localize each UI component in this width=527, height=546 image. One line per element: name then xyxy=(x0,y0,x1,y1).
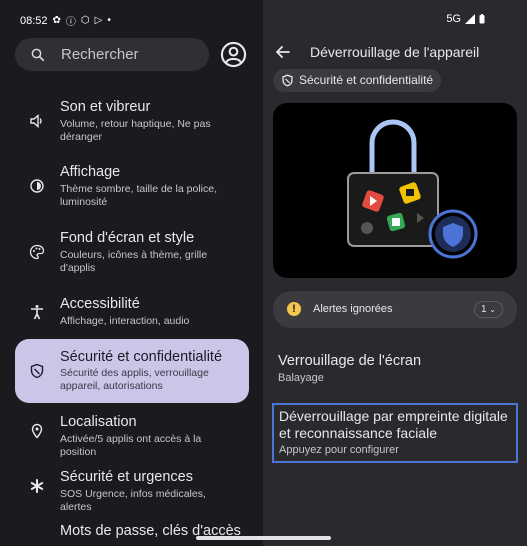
status-bar-right: 5G xyxy=(446,13,485,25)
speaker-icon xyxy=(27,111,47,131)
accessibility-icon xyxy=(27,302,47,322)
clock: 08:52 xyxy=(20,14,48,27)
screen-lock-title: Verrouillage de l'écran xyxy=(278,353,422,369)
settings-panel: 08:52 ✿ ⓘ ⬡ ▷ • Rechercher Son et vibreu… xyxy=(0,0,263,546)
settings-item-security-privacy[interactable]: Sécurité et confidentialité Sécurité des… xyxy=(15,339,249,403)
settings-item-display[interactable]: Affichage Thème sombre, taille de la pol… xyxy=(15,160,249,222)
alerts-count: 1 xyxy=(480,304,487,315)
screen-lock-subtitle: Balayage xyxy=(278,372,324,384)
lock-illustration xyxy=(273,103,517,278)
fingerprint-face-unlock-title: Déverrouillage par empreinte digitale et… xyxy=(279,408,508,441)
settings-item-title: Son et vibreur xyxy=(60,99,151,115)
screen-lock-row[interactable]: Verrouillage de l'écran Balayage xyxy=(278,353,421,384)
device-unlock-panel: 5G Déverrouillage de l'appareil Sécurité… xyxy=(263,0,527,546)
settings-item-subtitle: Couleurs, icônes à thème, grille d'appli… xyxy=(60,249,208,274)
alerts-count-badge[interactable]: 1 ⌄ xyxy=(473,301,503,318)
info-icon: ⓘ xyxy=(65,17,76,28)
account-avatar-icon[interactable] xyxy=(220,41,247,68)
settings-item-title: Localisation xyxy=(60,414,137,430)
signal-icon xyxy=(465,14,475,24)
shield-icon xyxy=(282,74,293,87)
settings-item-title: Accessibilité xyxy=(60,296,140,312)
settings-item-subtitle: Affichage, interaction, audio xyxy=(60,315,190,327)
ignored-alerts-label: Alertes ignorées xyxy=(313,303,393,315)
settings-item-wallpaper[interactable]: Fond d'écran et style Couleurs, icônes à… xyxy=(15,226,249,288)
shield-icon xyxy=(27,361,47,381)
gear-icon: ✿ xyxy=(52,15,61,26)
battery-icon xyxy=(479,14,485,24)
settings-item-safety-emergency[interactable]: Sécurité et urgences SOS Urgence, infos … xyxy=(15,465,249,513)
fingerprint-face-unlock-subtitle: Appuyez pour configurer xyxy=(279,444,399,456)
search-bar[interactable]: Rechercher xyxy=(15,38,209,71)
settings-item-subtitle: Thème sombre, taille de la police, lumin… xyxy=(60,183,217,208)
network-type: 5G xyxy=(446,13,461,25)
back-arrow-icon[interactable] xyxy=(273,42,293,62)
warning-icon: ! xyxy=(287,302,301,316)
settings-item-passwords[interactable]: Mots de passe, clés d'accès xyxy=(15,520,249,546)
brightness-icon xyxy=(27,176,47,196)
settings-item-sound[interactable]: Son et vibreur Volume, retour haptique, … xyxy=(15,95,249,157)
settings-item-title: Sécurité et confidentialité xyxy=(60,349,223,365)
chevron-down-icon: ⌄ xyxy=(489,305,496,314)
settings-item-title: Affichage xyxy=(60,164,121,180)
breadcrumb-chip[interactable]: Sécurité et confidentialité xyxy=(273,69,442,92)
search-icon xyxy=(31,48,45,61)
vpn-icon: ⬡ xyxy=(80,15,90,26)
ignored-alerts-bar[interactable]: ! Alertes ignorées 1 ⌄ xyxy=(273,291,517,328)
settings-item-title: Sécurité et urgences xyxy=(60,469,193,485)
gesture-navigation-bar[interactable] xyxy=(196,536,331,540)
dot-icon: • xyxy=(107,15,111,26)
page-title: Déverrouillage de l'appareil xyxy=(310,44,480,60)
settings-item-subtitle: Activée/5 applis ont accès à la position xyxy=(60,433,202,458)
settings-item-location[interactable]: Localisation Activée/5 applis ont accès … xyxy=(15,410,249,458)
settings-item-subtitle: Sécurité des applis, verrouillage appare… xyxy=(60,367,209,392)
play-icon: ▷ xyxy=(94,15,103,26)
settings-item-title: Fond d'écran et style xyxy=(60,230,195,246)
settings-item-accessibility[interactable]: Accessibilité Affichage, interaction, au… xyxy=(15,292,249,336)
fingerprint-face-unlock-row[interactable]: Déverrouillage par empreinte digitale et… xyxy=(272,403,518,463)
asterisk-icon xyxy=(27,476,47,496)
padlock-icon xyxy=(347,119,478,259)
settings-item-subtitle: SOS Urgence, infos médicales, alertes xyxy=(60,488,206,513)
palette-icon xyxy=(27,242,47,262)
breadcrumb-chip-label: Sécurité et confidentialité xyxy=(299,73,434,87)
settings-item-subtitle: Volume, retour haptique, Ne pas déranger xyxy=(60,118,211,143)
search-input[interactable]: Rechercher xyxy=(61,46,139,63)
status-bar-left: 08:52 ✿ ⓘ ⬡ ▷ • xyxy=(20,13,111,29)
location-pin-icon xyxy=(27,421,47,441)
